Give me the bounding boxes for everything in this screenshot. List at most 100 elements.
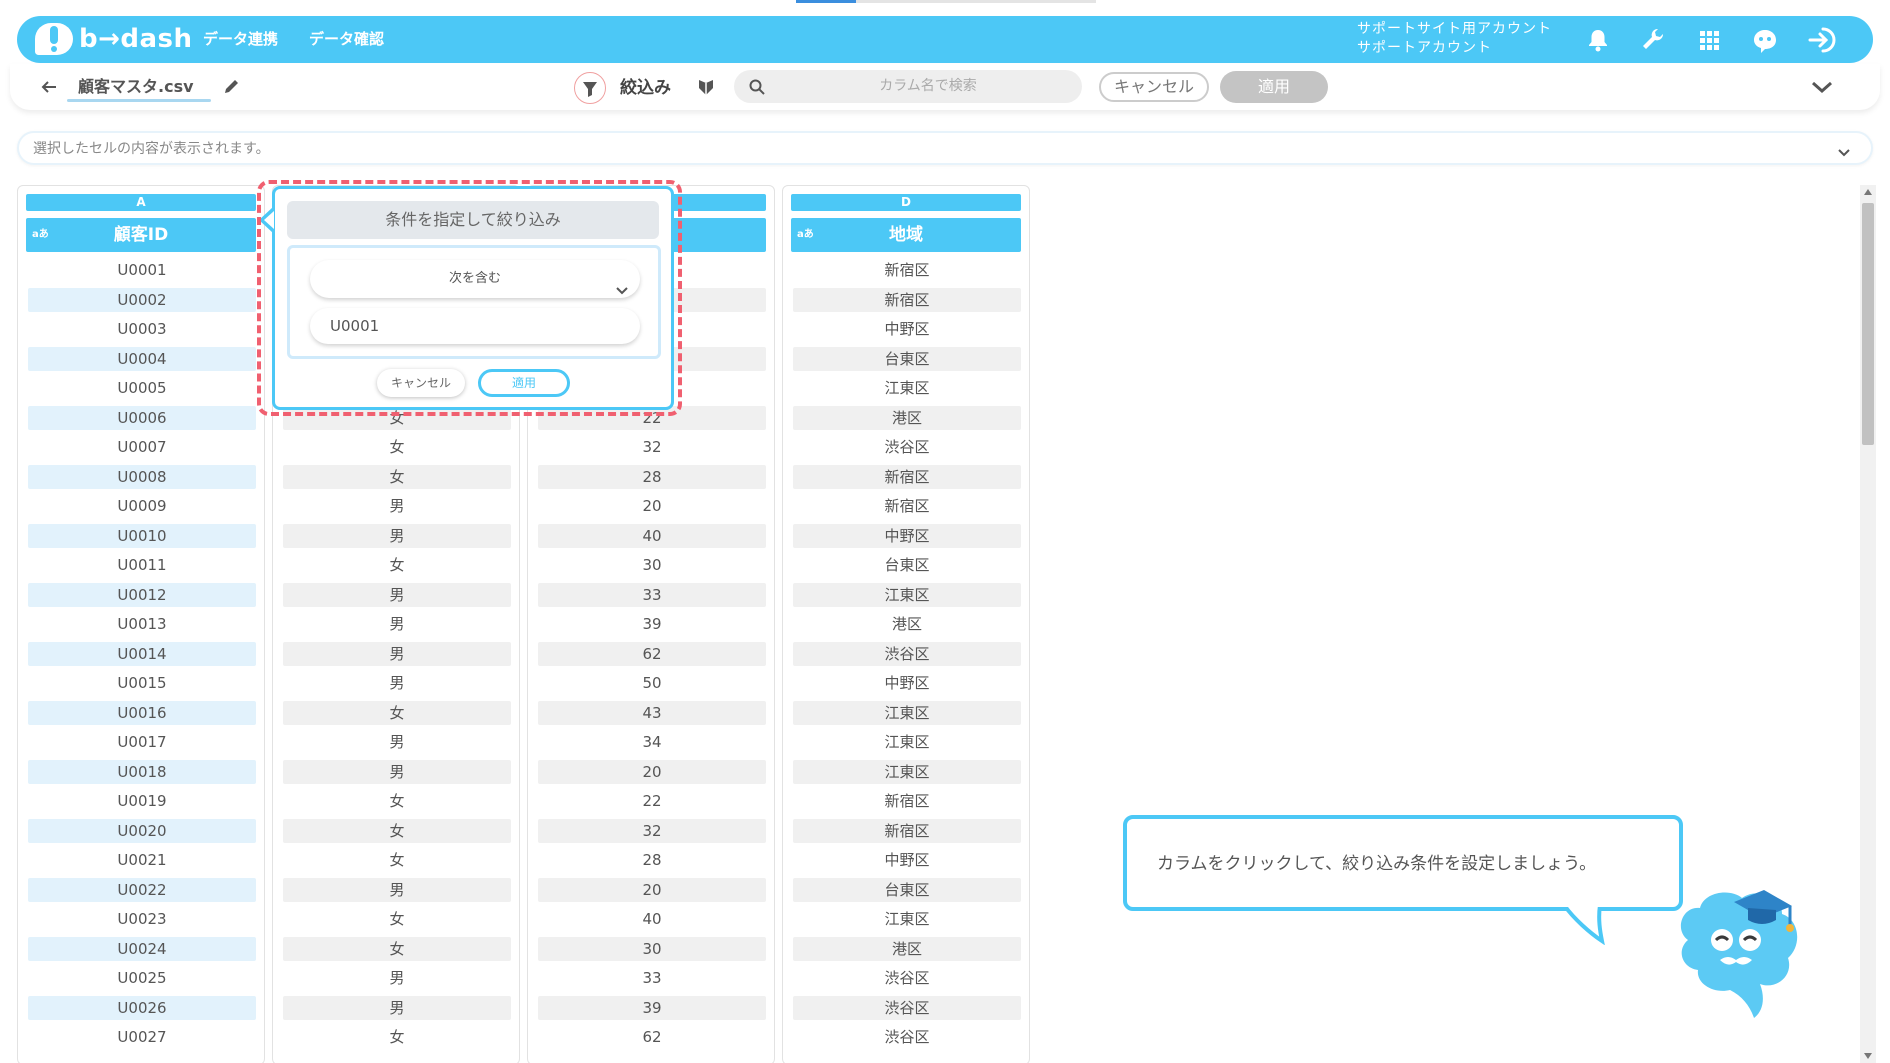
table-cell[interactable]: U0023 <box>28 907 256 932</box>
table-cell[interactable]: 20 <box>538 877 766 902</box>
cancel-button[interactable]: キャンセル <box>1099 72 1209 102</box>
table-cell[interactable]: 男 <box>283 966 511 991</box>
table-cell[interactable]: 62 <box>538 1025 766 1050</box>
table-cell[interactable]: 女 <box>283 848 511 873</box>
table-cell[interactable]: 新宿区 <box>793 287 1021 312</box>
apps-grid-icon[interactable] <box>1693 24 1725 56</box>
table-cell[interactable]: U0024 <box>28 936 256 961</box>
table-cell[interactable]: U0011 <box>28 553 256 578</box>
table-cell[interactable]: U0018 <box>28 759 256 784</box>
table-cell[interactable]: 女 <box>283 553 511 578</box>
table-cell[interactable]: 30 <box>538 553 766 578</box>
table-cell[interactable]: 男 <box>283 877 511 902</box>
clear-filter-icon[interactable] <box>695 76 717 98</box>
column-header-region[interactable]: aあ 地域 <box>791 218 1021 252</box>
table-cell[interactable]: U0020 <box>28 818 256 843</box>
column-a[interactable]: A aあ 顧客ID U0001 U0002 U0003 U0004 U0005 U0006… <box>17 185 265 1063</box>
table-cell[interactable]: 渋谷区 <box>793 435 1021 460</box>
vertical-scrollbar[interactable] <box>1860 185 1876 1063</box>
bdash-logo[interactable]: b→dash <box>35 23 192 57</box>
table-cell[interactable]: 中野区 <box>793 317 1021 342</box>
table-cell[interactable]: U0006 <box>28 405 256 430</box>
table-cell[interactable]: 男 <box>283 612 511 637</box>
table-cell[interactable]: 男 <box>283 494 511 519</box>
scroll-up-icon[interactable] <box>1864 189 1872 195</box>
table-cell[interactable]: 男 <box>283 671 511 696</box>
table-cell[interactable]: 男 <box>283 995 511 1020</box>
table-cell[interactable]: 男 <box>283 730 511 755</box>
pencil-icon[interactable] <box>222 76 242 96</box>
column-header-customer-id[interactable]: aあ 顧客ID <box>26 218 256 252</box>
table-cell[interactable]: U0003 <box>28 317 256 342</box>
column-search[interactable]: カラム名で検索 <box>734 70 1082 103</box>
search-input[interactable]: カラム名で検索 <box>734 78 1082 95</box>
mascot-help-icon[interactable] <box>1749 24 1781 56</box>
table-cell[interactable]: 32 <box>538 818 766 843</box>
table-cell[interactable]: U0001 <box>28 258 256 283</box>
table-cell[interactable]: U0012 <box>28 582 256 607</box>
table-cell[interactable]: 渋谷区 <box>793 1025 1021 1050</box>
table-cell[interactable]: 40 <box>538 907 766 932</box>
table-cell[interactable]: 江東区 <box>793 759 1021 784</box>
filter-button[interactable] <box>574 72 606 104</box>
column-d[interactable]: D aあ 地域 新宿区 新宿区 中野区 台東区 江東区 港区 渋谷区 新宿区 新宿区 中野区 台東区… <box>782 185 1030 1063</box>
table-cell[interactable]: 渋谷区 <box>793 641 1021 666</box>
table-cell[interactable]: 中野区 <box>793 523 1021 548</box>
table-cell[interactable]: 20 <box>538 759 766 784</box>
chevron-down-icon[interactable] <box>1837 143 1851 157</box>
table-cell[interactable]: U0019 <box>28 789 256 814</box>
table-cell[interactable]: 港区 <box>793 936 1021 961</box>
table-cell[interactable]: U0025 <box>28 966 256 991</box>
table-cell[interactable]: 江東区 <box>793 730 1021 755</box>
table-cell[interactable]: 新宿区 <box>793 818 1021 843</box>
table-cell[interactable]: 男 <box>283 641 511 666</box>
table-cell[interactable]: 33 <box>538 966 766 991</box>
table-cell[interactable]: U0026 <box>28 995 256 1020</box>
table-cell[interactable]: 新宿区 <box>793 258 1021 283</box>
table-cell[interactable]: 32 <box>538 435 766 460</box>
table-cell[interactable]: 女 <box>283 789 511 814</box>
account-info[interactable]: サポートサイト用アカウント サポートアカウント <box>1357 20 1552 58</box>
table-cell[interactable]: 女 <box>283 818 511 843</box>
nav-data-check[interactable]: データ確認 <box>309 30 384 48</box>
bell-icon[interactable] <box>1582 24 1614 56</box>
table-cell[interactable]: 新宿区 <box>793 789 1021 814</box>
nav-data-integration[interactable]: データ連携 <box>203 30 278 48</box>
table-cell[interactable]: 江東区 <box>793 376 1021 401</box>
table-cell[interactable]: 中野区 <box>793 848 1021 873</box>
scroll-down-icon[interactable] <box>1864 1053 1872 1059</box>
table-cell[interactable]: 34 <box>538 730 766 755</box>
table-cell[interactable]: 女 <box>283 435 511 460</box>
table-cell[interactable]: 台東区 <box>793 346 1021 371</box>
table-cell[interactable]: U0014 <box>28 641 256 666</box>
table-cell[interactable]: U0004 <box>28 346 256 371</box>
table-cell[interactable]: U0017 <box>28 730 256 755</box>
table-cell[interactable]: 中野区 <box>793 671 1021 696</box>
table-cell[interactable]: 20 <box>538 494 766 519</box>
cell-content-bar[interactable]: 選択したセルの内容が表示されます。 <box>17 131 1873 165</box>
table-cell[interactable]: 女 <box>283 464 511 489</box>
table-cell[interactable]: 62 <box>538 641 766 666</box>
table-cell[interactable]: U0021 <box>28 848 256 873</box>
table-cell[interactable]: U0013 <box>28 612 256 637</box>
chevron-down-icon[interactable] <box>1810 78 1834 96</box>
table-cell[interactable]: 33 <box>538 582 766 607</box>
table-cell[interactable]: U0010 <box>28 523 256 548</box>
table-cell[interactable]: 港区 <box>793 405 1021 430</box>
table-cell[interactable]: U0007 <box>28 435 256 460</box>
table-cell[interactable]: 女 <box>283 907 511 932</box>
table-cell[interactable]: U0015 <box>28 671 256 696</box>
scrollbar-thumb[interactable] <box>1862 203 1874 445</box>
logout-icon[interactable] <box>1805 24 1837 56</box>
table-cell[interactable]: 39 <box>538 995 766 1020</box>
table-cell[interactable]: U0008 <box>28 464 256 489</box>
table-cell[interactable]: U0022 <box>28 877 256 902</box>
table-cell[interactable]: 22 <box>538 789 766 814</box>
table-cell[interactable]: 女 <box>283 700 511 725</box>
table-cell[interactable]: 28 <box>538 464 766 489</box>
table-cell[interactable]: 渋谷区 <box>793 966 1021 991</box>
table-cell[interactable]: 台東区 <box>793 553 1021 578</box>
table-cell[interactable]: 男 <box>283 582 511 607</box>
wrench-icon[interactable] <box>1637 24 1669 56</box>
table-cell[interactable]: U0027 <box>28 1025 256 1050</box>
